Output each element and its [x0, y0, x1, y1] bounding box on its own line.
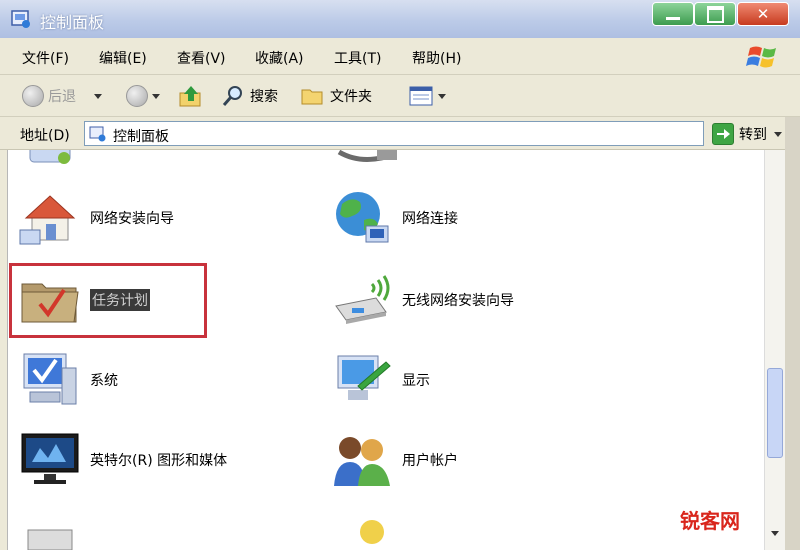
- item-user-accounts[interactable]: 用户帐户: [330, 428, 458, 492]
- title-bar[interactable]: 控制面板 ✕: [0, 0, 800, 38]
- item-label: 系统: [90, 373, 118, 389]
- item-label: 显示: [402, 373, 430, 389]
- windows-logo-icon: [746, 46, 776, 68]
- control-panel-icon: [11, 10, 30, 28]
- go-arrow-icon: [712, 123, 734, 145]
- go-button[interactable]: 转到: [712, 122, 767, 146]
- maximize-button[interactable]: [694, 2, 736, 26]
- forward-dropdown-icon[interactable]: [152, 93, 160, 99]
- address-bar: 地址(D) 控制面板 转到: [0, 117, 800, 150]
- item-network-setup-wizard[interactable]: 网络安装向导: [18, 186, 174, 250]
- back-label: 后退: [48, 89, 76, 105]
- close-button[interactable]: ✕: [737, 2, 789, 26]
- back-icon: [22, 85, 44, 107]
- address-label: 地址(D): [20, 128, 70, 144]
- menu-file[interactable]: 文件(F): [22, 48, 69, 68]
- network-setup-icon: [19, 195, 76, 245]
- highlight-box: [9, 263, 207, 338]
- minimize-icon: [653, 3, 693, 25]
- back-button[interactable]: 后退: [22, 83, 102, 109]
- partial-item-icon: [27, 529, 73, 550]
- item-wireless-network-wizard[interactable]: 无线网络安装向导: [330, 268, 514, 332]
- window-frame: [785, 117, 800, 550]
- back-dropdown-icon[interactable]: [94, 93, 102, 99]
- forward-button[interactable]: [126, 83, 160, 109]
- views-dropdown-icon[interactable]: [438, 93, 446, 99]
- item-label: 用户帐户: [402, 453, 458, 469]
- menu-edit[interactable]: 编辑(E): [99, 48, 147, 68]
- item-system[interactable]: 系统: [18, 348, 118, 412]
- network-connections-icon: [336, 192, 389, 243]
- maximize-icon: [695, 3, 735, 25]
- intel-graphics-icon: [21, 433, 79, 484]
- item-label: 网络安装向导: [90, 211, 174, 227]
- minimize-button[interactable]: [652, 2, 694, 26]
- menu-tools[interactable]: 工具(T): [334, 48, 381, 68]
- item-intel-graphics[interactable]: 英特尔(R) 图形和媒体: [18, 428, 227, 492]
- item-label: 无线网络安装向导: [402, 293, 514, 309]
- up-folder-icon: [179, 86, 201, 107]
- address-input[interactable]: 控制面板: [84, 121, 782, 146]
- item-label: 网络连接: [402, 211, 458, 227]
- folders-label: 文件夹: [330, 89, 372, 105]
- system-icon: [23, 353, 77, 405]
- search-label: 搜索: [250, 89, 278, 105]
- toolbar: 后退 搜索 文件夹: [0, 75, 800, 117]
- forward-icon: [126, 85, 148, 107]
- search-button[interactable]: 搜索: [220, 83, 278, 109]
- up-button[interactable]: [178, 83, 204, 109]
- scroll-down-button[interactable]: [767, 524, 783, 542]
- chevron-down-icon: [771, 530, 779, 536]
- views-icon: [409, 86, 433, 106]
- watermark: 锐客网: [680, 509, 740, 533]
- views-button[interactable]: [408, 83, 446, 109]
- partial-item-icon: [337, 150, 397, 162]
- partial-item-icon: [29, 150, 71, 164]
- folders-icon: [301, 89, 323, 105]
- go-label: 转到: [739, 127, 767, 143]
- display-icon: [337, 355, 391, 400]
- window-title: 控制面板: [40, 13, 105, 32]
- menu-view[interactable]: 查看(V): [177, 48, 226, 68]
- control-panel-items: 网络安装向导 网络连接 任务计划 无线网络安装向导 系统 显示 英特尔(R) 图…: [7, 150, 764, 550]
- item-network-connections[interactable]: 网络连接: [330, 186, 458, 250]
- wireless-icon: [335, 275, 390, 324]
- chevron-down-icon: [774, 132, 782, 137]
- close-icon: ✕: [756, 5, 770, 23]
- control-panel-small-icon: [89, 126, 106, 142]
- control-panel-window: 控制面板 ✕ 文件(F) 编辑(E) 查看(V) 收藏(A) 工具(T) 帮助(…: [0, 0, 800, 550]
- address-value: 控制面板: [113, 129, 169, 145]
- scrollbar-thumb[interactable]: [767, 368, 783, 458]
- user-accounts-icon: [334, 437, 390, 486]
- item-label: 英特尔(R) 图形和媒体: [90, 453, 228, 469]
- vertical-scrollbar[interactable]: [764, 150, 785, 550]
- menu-help[interactable]: 帮助(H): [412, 48, 461, 68]
- folders-button[interactable]: 文件夹: [300, 83, 372, 109]
- search-icon: [222, 86, 242, 106]
- partial-item-icon: [360, 520, 384, 544]
- item-display[interactable]: 显示: [330, 348, 430, 412]
- menu-favorites[interactable]: 收藏(A): [255, 48, 304, 68]
- menu-bar: 文件(F) 编辑(E) 查看(V) 收藏(A) 工具(T) 帮助(H): [0, 38, 800, 75]
